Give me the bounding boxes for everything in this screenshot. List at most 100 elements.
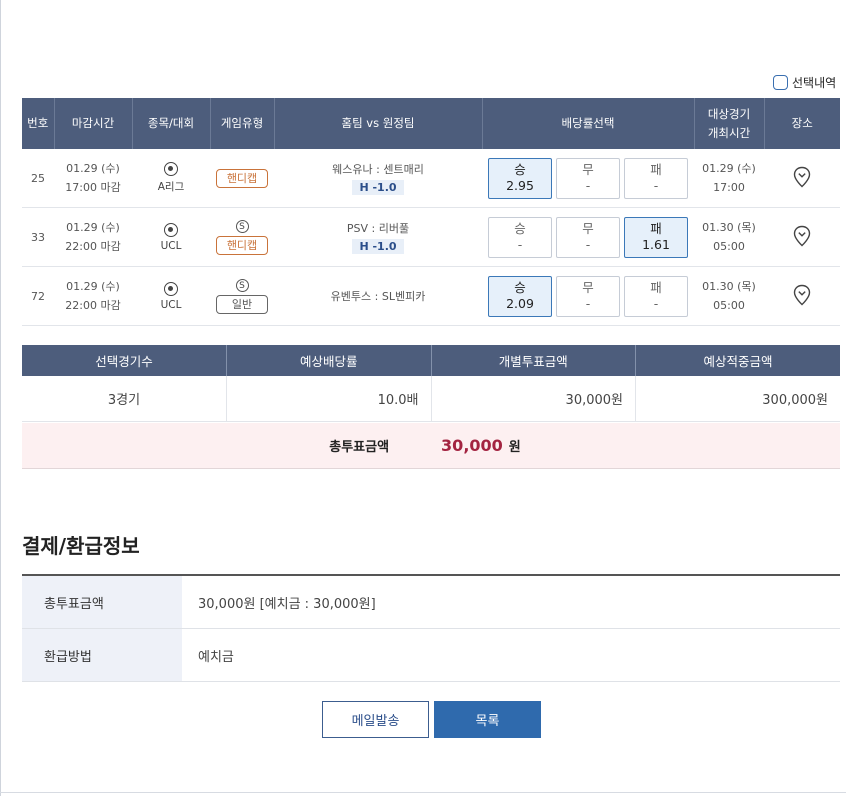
odds-cell: 승 2.95 무- 패- <box>482 149 694 208</box>
match-time: 05:00 <box>713 299 745 312</box>
summary-header-count: 선택경기수 <box>22 345 227 376</box>
odds-draw-button[interactable]: 무- <box>556 275 620 317</box>
deadline-time: 17:00 마감 <box>65 181 121 194</box>
soccer-ball-icon <box>164 162 178 176</box>
header-match-time-line2: 개최시간 <box>707 125 751 140</box>
odds-label: 패 <box>650 221 662 236</box>
odds-draw-button[interactable]: 무- <box>556 216 620 258</box>
deadline-date: 01.29 (수) <box>66 162 120 175</box>
special-badge-icon: S <box>235 219 249 233</box>
payment-row: 총투표금액 30,000원 [예치금 : 30,000원] <box>22 576 840 629</box>
match-table: 번호 마감시간 종목/대회 게임유형 홈팀 vs 원정팀 배당률선택 대상경기 개… <box>22 98 840 326</box>
summary-odds: 10.0배 <box>226 376 432 422</box>
match-time-cell: 01.30 (목) 05:00 <box>694 266 764 326</box>
bottom-divider <box>0 792 846 793</box>
match-row: 25 01.29 (수) 17:00 마감 A리그 핸디캡 웨스유나 : 센트매리… <box>22 149 840 208</box>
odds-value: 2.09 <box>506 296 534 311</box>
match-table-header: 번호 마감시간 종목/대회 게임유형 홈팀 vs 원정팀 배당률선택 대상경기 개… <box>22 98 840 149</box>
match-time: 05:00 <box>713 240 745 253</box>
odds-label: 무 <box>582 162 594 177</box>
summary-stake: 30,000원 <box>431 376 636 422</box>
venue-cell <box>764 207 840 267</box>
teams-cell: PSV : 리버풀 H -1.0 <box>274 207 482 267</box>
header-no: 번호 <box>22 98 55 149</box>
header-league: 종목/대회 <box>132 98 211 149</box>
selection-history-toggle[interactable]: 선택내역 <box>773 74 836 91</box>
left-border <box>0 0 1 796</box>
soccer-ball-icon <box>164 222 178 237</box>
odds-draw-button[interactable]: 무- <box>556 157 620 199</box>
header-venue: 장소 <box>764 98 840 149</box>
odds-win-button[interactable]: 승 2.09 <box>488 275 552 317</box>
action-buttons: 메일발송 목록 <box>322 701 541 738</box>
header-game-type: 게임유형 <box>210 98 275 149</box>
summary-count: 3경기 <box>22 376 227 422</box>
game-type-cell: S 일반 <box>210 266 274 326</box>
odds-win-button[interactable]: 승- <box>488 216 552 258</box>
bet-summary-table: 선택경기수 예상배당률 개별투표금액 예상적중금액 3경기 10.0배 30,0… <box>22 345 840 422</box>
teams-cell: 유벤투스 : SL벤피카 <box>274 266 482 326</box>
location-pin-icon[interactable] <box>793 225 811 247</box>
summary-header-payout: 예상적중금액 <box>635 345 840 376</box>
odds-cell: 승 2.09 무- 패- <box>482 266 694 326</box>
match-time: 17:00 <box>713 181 745 194</box>
match-time-cell: 01.29 (수) 17:00 <box>694 149 764 208</box>
selection-history-label: 선택내역 <box>792 76 837 90</box>
match-number: 72 <box>22 266 54 326</box>
odds-label: 무 <box>582 221 594 236</box>
teams-label: 웨스유나 : 센트매리 <box>332 163 424 176</box>
odds-lose-button[interactable]: 패 1.61 <box>624 216 688 258</box>
deadline-date: 01.29 (수) <box>66 280 120 293</box>
game-type-chip: 일반 <box>216 294 268 314</box>
selection-checkbox[interactable] <box>773 75 788 90</box>
header-match-time-line1: 대상경기 <box>707 106 751 121</box>
header-match-time: 대상경기개최시간 <box>694 98 765 149</box>
match-date: 01.29 (수) <box>702 162 756 175</box>
game-type-chip: 핸디캡 <box>216 168 268 188</box>
odds-label: 승 <box>514 280 526 295</box>
odds-lose-button[interactable]: 패- <box>624 275 688 317</box>
odds-lose-button[interactable]: 패- <box>624 157 688 199</box>
total-stake-unit: 원 <box>508 440 521 455</box>
odds-label: 승 <box>514 221 526 236</box>
deadline-time: 22:00 마감 <box>65 299 121 312</box>
odds-cell: 승- 무- 패 1.61 <box>482 207 694 267</box>
payment-row-label: 총투표금액 <box>22 576 182 628</box>
venue-cell <box>764 266 840 326</box>
deadline-date: 01.29 (수) <box>66 221 120 234</box>
odds-label: 패 <box>650 280 662 295</box>
game-type-chip: 핸디캡 <box>216 235 268 255</box>
deadline-cell: 01.29 (수) 22:00 마감 <box>54 266 132 326</box>
game-type-cell: 핸디캡 <box>210 149 274 208</box>
location-pin-icon[interactable] <box>793 166 811 188</box>
list-button[interactable]: 목록 <box>434 701 541 738</box>
teams-cell: 웨스유나 : 센트매리 H -1.0 <box>274 149 482 208</box>
deadline-time: 22:00 마감 <box>65 240 121 253</box>
league-name: UCL <box>160 298 182 311</box>
odds-win-button[interactable]: 승 2.95 <box>488 157 552 199</box>
payment-row: 환급방법 예치금 <box>22 629 840 682</box>
odds-value: - <box>585 296 591 311</box>
special-badge-icon: S <box>235 278 249 292</box>
total-stake-value: 30,000 <box>441 436 503 455</box>
payment-row-value: 예치금 <box>198 649 234 665</box>
league-name: A리그 <box>157 181 185 193</box>
summary-payout: 300,000원 <box>635 376 840 422</box>
total-stake-row: 총투표금액 30,000 원 <box>22 423 840 469</box>
header-deadline: 마감시간 <box>54 98 133 149</box>
payment-info-table: 총투표금액 30,000원 [예치금 : 30,000원] 환급방법 예치금 <box>22 574 840 682</box>
summary-header-odds: 예상배당률 <box>226 345 432 376</box>
teams-label: 유벤투스 : SL벤피카 <box>330 290 426 303</box>
match-number: 33 <box>22 207 54 267</box>
match-time-cell: 01.30 (목) 05:00 <box>694 207 764 267</box>
summary-row: 3경기 10.0배 30,000원 300,000원 <box>22 376 840 422</box>
match-number: 25 <box>22 149 54 208</box>
odds-value: - <box>585 178 591 193</box>
send-email-button[interactable]: 메일발송 <box>322 701 429 738</box>
match-row: 72 01.29 (수) 22:00 마감 UCL S 일반 유벤투스 : SL벤피… <box>22 266 840 326</box>
header-odds: 배당률선택 <box>482 98 695 149</box>
location-pin-icon[interactable] <box>793 284 811 306</box>
deadline-cell: 01.29 (수) 22:00 마감 <box>54 207 132 267</box>
teams-label: PSV : 리버풀 <box>346 222 410 235</box>
payment-section-title: 결제/환급정보 <box>22 534 140 558</box>
